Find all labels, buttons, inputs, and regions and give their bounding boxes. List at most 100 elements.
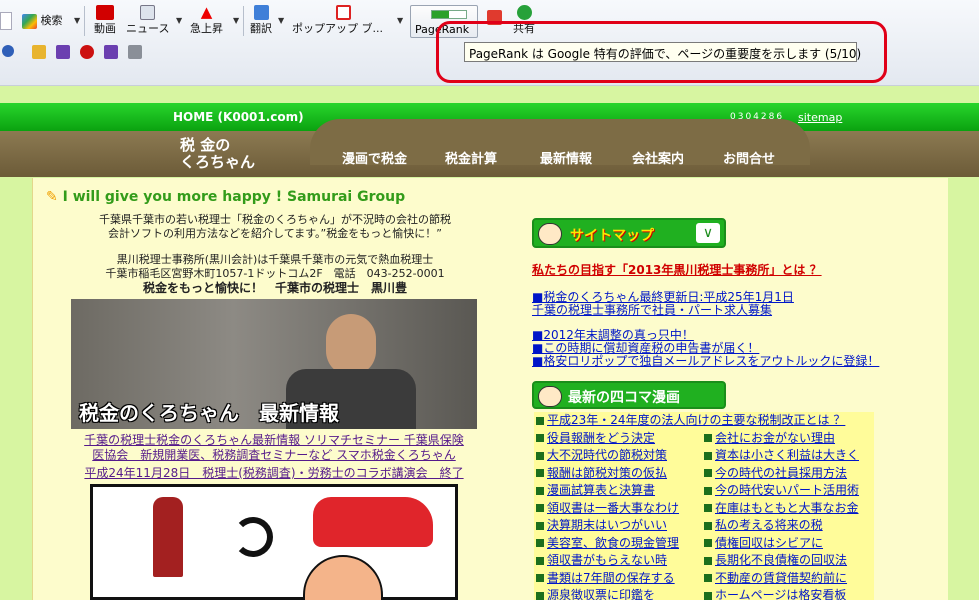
bullet-icon <box>536 539 544 547</box>
search-dropdown-icon[interactable]: ▼ <box>74 16 80 25</box>
manga-item-left[interactable]: 領収書は一番大事なわけ <box>536 500 679 516</box>
mission-link[interactable]: 私たちの目指す「2013年黒川税理士事務所」とは ？ <box>532 261 822 278</box>
manga-item-right[interactable]: 私の考える将来の税 <box>704 517 823 533</box>
bullet-icon <box>704 434 712 442</box>
manga-item-left[interactable]: 報酬は節税対策の仮払 <box>536 465 667 481</box>
manga-item-label: 決算期末はいつがいい <box>547 518 668 532</box>
toolbar-separator <box>84 6 85 36</box>
intro-line2: 会計ソフトの利用方法などを紹介してます。”税金をもっと愉快に！” <box>108 227 442 240</box>
manga-item-top[interactable]: 平成23年・24年度の法人向けの主要な税制改正とは ？ <box>536 412 845 428</box>
translate-dropdown-icon[interactable]: ▼ <box>278 16 284 25</box>
rising-arrow-icon: ▲ <box>200 3 213 21</box>
pagerank-bar <box>431 10 467 19</box>
bullet-icon <box>704 574 712 582</box>
search-button[interactable]: 検索 <box>22 12 63 29</box>
news-dropdown-icon[interactable]: ▼ <box>176 16 182 25</box>
extension-red-icon[interactable] <box>80 45 94 59</box>
nav-manga[interactable]: 漫画で税金 <box>342 148 407 167</box>
manga-item-label: 役員報酬をどう決定 <box>547 430 656 445</box>
extension-n-icon[interactable] <box>56 45 70 59</box>
sitemap-link[interactable]: sitemap <box>798 111 842 124</box>
bullet-icon <box>536 504 544 512</box>
news-photo[interactable]: 税金のくろちゃん 最新情報 <box>71 299 477 429</box>
browser-toolbar: 検索 ▼ 動画 ニュース ▼ ▲ 急上昇 ▼ 翻訳 ▼ ポップアップ ブ... … <box>0 0 979 86</box>
home-link[interactable]: HOME (K0001.com) <box>173 110 304 124</box>
person-head <box>326 314 376 376</box>
mail-link[interactable]: ■格安ロリポップで独自メールアドレスをアウトルックに登録！ <box>532 352 879 369</box>
news-icon <box>140 5 155 20</box>
arrow-illustration <box>233 517 273 557</box>
extension-onenote-icon[interactable] <box>104 45 118 59</box>
bullet-icon <box>536 574 544 582</box>
help-icon[interactable] <box>2 45 14 57</box>
manga-item-left[interactable]: 美容室、飲食の現金管理 <box>536 535 679 551</box>
web-page: HOME (K0001.com) 0304286 sitemap 税 金の くろ… <box>0 86 979 600</box>
manga-item-left[interactable]: 領収書がもらえない時 <box>536 552 667 568</box>
bullet-icon <box>536 434 544 442</box>
extension-gray-icon[interactable] <box>128 45 142 59</box>
face-illustration <box>303 555 383 600</box>
manga-item-left[interactable]: 大不況時代の節税対策 <box>536 447 667 463</box>
translate-icon <box>253 5 269 20</box>
extension-yellow-icon[interactable] <box>32 45 46 59</box>
search-label: 検索 <box>40 14 63 27</box>
manga-item-right[interactable]: 今の時代安いパート活用術 <box>704 482 859 498</box>
bullet-icon <box>536 451 544 460</box>
sitemap-button-label: サイトマップ <box>570 228 654 244</box>
nav-news[interactable]: 最新情報 <box>540 148 592 167</box>
search-box-edge[interactable] <box>0 12 12 30</box>
bullet-icon <box>704 556 712 565</box>
news-link-2[interactable]: 医協会 新規開業医、税務調査セミナーなど スマホ税金くろちゃん <box>72 448 476 463</box>
recruit-link[interactable]: 千葉の税理士事務所で社員・パート求人募集 <box>532 301 772 318</box>
manga-item-left[interactable]: 書類は7年間の保存する <box>536 570 675 586</box>
manga-item-label: ホームページは格安看板 <box>715 588 847 600</box>
manga-item-left[interactable]: 漫画試算表と決算書 <box>536 482 655 498</box>
logo-line1: 税 金の <box>180 136 231 154</box>
rising-button[interactable]: ▲ 急上昇 <box>190 5 223 36</box>
manga-item-right[interactable]: 今の時代の社員採用方法 <box>704 465 847 481</box>
popup-blocker-icon <box>336 5 351 20</box>
bullet-icon <box>704 469 712 477</box>
nav-company[interactable]: 会社案内 <box>632 148 684 167</box>
popup-dropdown-icon[interactable]: ▼ <box>397 16 403 25</box>
manga-item-right[interactable]: 長期化不良債権の回収法 <box>704 552 847 568</box>
manga-title: 最新の四コマ漫画 <box>568 390 680 406</box>
rising-dropdown-icon[interactable]: ▼ <box>233 16 239 25</box>
manga-item-label: 漫画試算表と決算書 <box>547 483 656 497</box>
office-line2: 千葉市稲毛区宮野木町1057-1ドットコム2F 電話 043-252-0001 <box>105 267 445 280</box>
manga-item-right[interactable]: 在庫はもともと大事なお金 <box>704 500 859 516</box>
manga-item-right[interactable]: ホームページは格安看板 <box>704 587 846 600</box>
comic-image[interactable] <box>90 484 458 600</box>
rising-label: 急上昇 <box>190 22 223 35</box>
nav-tax-calc[interactable]: 税金計算 <box>445 148 497 167</box>
news-button[interactable]: ニュース <box>126 5 169 36</box>
office-line1: 黒川税理士事務所(黒川会計)は千葉県千葉市の元気で熱血税理士 <box>116 253 434 266</box>
manga-item-label: 会社にお金がない理由 <box>715 430 836 445</box>
manga-item-left[interactable]: 決算期末はいつがいい <box>536 517 667 533</box>
manga-item-label: 債権回収はシビアに <box>715 535 824 550</box>
popup-blocker-button[interactable]: ポップアップ ブ... <box>292 5 383 36</box>
youtube-icon <box>96 5 114 20</box>
manga-item-right[interactable]: 会社にお金がない理由 <box>704 430 835 446</box>
manga-item-label: 長期化不良債権の回収法 <box>715 553 848 567</box>
manga-item-right[interactable]: 債権回収はシビアに <box>704 535 823 551</box>
mascot-icon <box>538 223 562 245</box>
bullet-icon <box>536 521 544 530</box>
news-link-1[interactable]: 千葉の税理士税金のくろちゃん最新情報 ソリマチセミナー 千葉県保険 <box>72 433 476 448</box>
site-logo[interactable]: 税 金の くろちゃん <box>180 137 255 171</box>
chevron-down-icon: ∨ <box>696 223 720 243</box>
manga-item-right[interactable]: 不動産の賃貸借契約前に <box>704 570 847 586</box>
nav-contact[interactable]: お問合せ <box>723 148 775 167</box>
translate-button[interactable]: 翻訳 <box>250 5 272 36</box>
page-headline: ✎ I will give you more happy ! Samurai G… <box>46 189 405 205</box>
bullet-icon <box>704 451 712 460</box>
manga-item-right[interactable]: 資本は小さく利益は大きく <box>704 447 859 463</box>
sitemap-button[interactable]: サイトマップ ∨ <box>532 218 726 248</box>
news-link-3[interactable]: 平成24年11月28日 税理士(税務調査)・労務士のコラボ講演会 終了 <box>72 466 476 481</box>
video-button[interactable]: 動画 <box>93 5 117 36</box>
manga-item-left[interactable]: 源泉徴収票に印鑑を <box>536 587 655 600</box>
manga-item-label: 美容室、飲食の現金管理 <box>547 535 680 550</box>
manga-item-left[interactable]: 役員報酬をどう決定 <box>536 430 655 446</box>
video-label: 動画 <box>94 22 116 35</box>
manga-item-label: 在庫はもともと大事なお金 <box>715 500 859 515</box>
